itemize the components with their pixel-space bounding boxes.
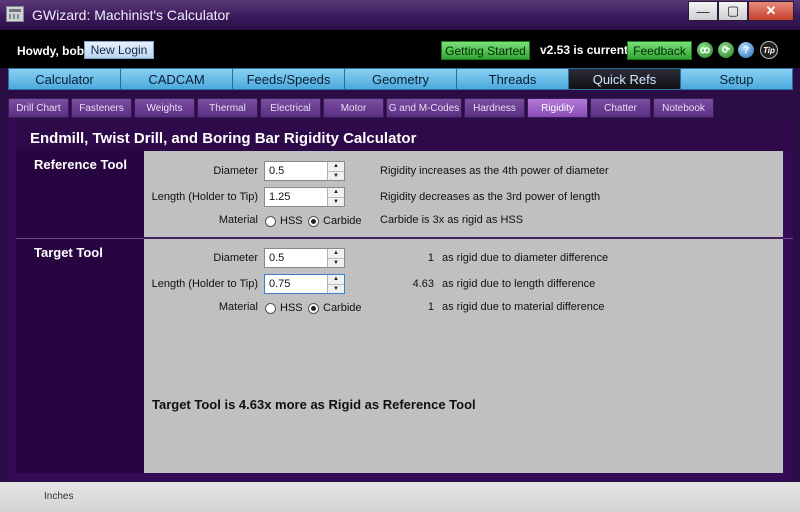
maximize-button[interactable]: ▢ — [718, 1, 748, 21]
ref-carbide-label: Carbide — [323, 215, 362, 227]
target-tool-label: Target Tool — [34, 245, 103, 260]
ref-hss-radio[interactable] — [265, 216, 276, 227]
rigidity-result: Target Tool is 4.63x more as Rigid as Re… — [152, 397, 476, 412]
material-factor-note: as rigid due to material difference — [442, 301, 605, 313]
target-length-value: 0.75 — [269, 278, 291, 290]
subtab-fasteners[interactable]: Fasteners — [71, 98, 132, 118]
window-title: GWizard: Machinist's Calculator — [32, 7, 230, 23]
target-diameter-value: 0.5 — [269, 252, 285, 264]
spin-up-icon[interactable]: ▲ — [328, 275, 344, 285]
material-factor: 1 — [427, 301, 434, 313]
page-title: Endmill, Twist Drill, and Boring Bar Rig… — [30, 130, 417, 147]
subtab-chatter[interactable]: Chatter — [590, 98, 651, 118]
tip-icon[interactable]: Tip — [760, 41, 778, 59]
main-tab-bar: Calculator CADCAM Feeds/Speeds Geometry … — [8, 68, 793, 91]
target-material-label: Material — [218, 301, 258, 313]
ref-length-spinner[interactable]: ▲ ▼ — [327, 188, 344, 206]
ref-length-label: Length (Holder to Tip) — [151, 191, 258, 203]
ref-diameter-label: Diameter — [213, 165, 258, 177]
version-text: v2.53 is current — [540, 43, 629, 57]
section-label-panel: Reference Tool Target Tool — [16, 151, 144, 473]
sub-tab-bar: Drill Chart Fasteners Weights Thermal El… — [8, 98, 716, 119]
new-login-button[interactable]: New Login — [84, 41, 154, 59]
tab-quick-refs[interactable]: Quick Refs — [568, 68, 680, 90]
diameter-factor-note: as rigid due to diameter difference — [442, 252, 609, 264]
target-diameter-spinner[interactable]: ▲ ▼ — [327, 249, 344, 267]
tab-threads[interactable]: Threads — [456, 68, 568, 90]
subtab-electrical[interactable]: Electrical — [260, 98, 321, 118]
target-length-input[interactable]: 0.75 ▲ ▼ — [264, 274, 345, 294]
spin-down-icon[interactable]: ▼ — [328, 198, 344, 207]
ref-diameter-input[interactable]: 0.5 ▲ ▼ — [264, 161, 345, 181]
feedback-button[interactable]: Feedback — [627, 41, 692, 60]
title-bar: GWizard: Machinist's Calculator — ▢ ✕ — [0, 0, 800, 30]
spin-up-icon[interactable]: ▲ — [328, 249, 344, 259]
diameter-factor: 1 — [427, 252, 434, 264]
subtab-notebook[interactable]: Notebook — [653, 98, 714, 118]
inputs-panel: Diameter 0.5 ▲ ▼ Rigidity increases as th… — [144, 151, 783, 473]
status-bar: Inches — [0, 482, 800, 512]
target-diameter-label: Diameter — [213, 252, 258, 264]
ref-material-note: Carbide is 3x as rigid as HSS — [380, 214, 524, 226]
help-icon[interactable]: ? — [738, 42, 754, 58]
ref-diameter-value: 0.5 — [269, 165, 285, 177]
units-status: Inches — [44, 491, 74, 502]
refresh-icon[interactable]: ⟳ — [718, 42, 734, 58]
ref-length-value: 1.25 — [269, 191, 291, 203]
getting-started-button[interactable]: Getting Started — [441, 41, 530, 60]
ref-length-note: Rigidity decreases as the 3rd power of l… — [380, 191, 601, 203]
tab-geometry[interactable]: Geometry — [344, 68, 456, 90]
subtab-thermal[interactable]: Thermal — [197, 98, 258, 118]
spin-down-icon[interactable]: ▼ — [328, 285, 344, 294]
subtab-g-and-m-codes[interactable]: G and M-Codes — [386, 98, 462, 118]
close-button[interactable]: ✕ — [748, 1, 794, 21]
subtab-hardness[interactable]: Hardness — [464, 98, 525, 118]
length-factor-note: as rigid due to length difference — [442, 278, 596, 290]
ref-hss-label: HSS — [280, 215, 303, 227]
spin-up-icon[interactable]: ▲ — [328, 188, 344, 198]
forum-icon[interactable]: ꝏ — [697, 42, 713, 58]
subtab-rigidity[interactable]: Rigidity — [527, 98, 588, 118]
subtab-weights[interactable]: Weights — [134, 98, 195, 118]
rigidity-calculator-panel: Endmill, Twist Drill, and Boring Bar Rig… — [8, 119, 793, 481]
window-controls: — ▢ ✕ — [688, 1, 794, 21]
ref-carbide-radio[interactable] — [308, 216, 319, 227]
greeting-text: Howdy, bob! — [17, 44, 89, 58]
spin-down-icon[interactable]: ▼ — [328, 259, 344, 268]
length-factor: 4.63 — [412, 278, 434, 290]
panel-separator — [144, 237, 783, 239]
ref-material-label: Material — [218, 214, 258, 226]
target-carbide-label: Carbide — [323, 302, 362, 314]
minimize-button[interactable]: — — [688, 1, 718, 21]
ref-diameter-note: Rigidity increases as the 4th power of d… — [380, 165, 609, 177]
ref-diameter-spinner[interactable]: ▲ ▼ — [327, 162, 344, 180]
subtab-motor[interactable]: Motor — [323, 98, 384, 118]
target-diameter-input[interactable]: 0.5 ▲ ▼ — [264, 248, 345, 268]
tab-feeds-speeds[interactable]: Feeds/Speeds — [232, 68, 344, 90]
target-carbide-radio[interactable] — [308, 303, 319, 314]
spin-down-icon[interactable]: ▼ — [328, 172, 344, 181]
target-hss-radio[interactable] — [265, 303, 276, 314]
tab-calculator[interactable]: Calculator — [8, 68, 120, 90]
tab-cadcam[interactable]: CADCAM — [120, 68, 232, 90]
target-length-label: Length (Holder to Tip) — [151, 278, 258, 290]
target-length-spinner[interactable]: ▲ ▼ — [327, 275, 344, 293]
tab-setup[interactable]: Setup — [680, 68, 793, 90]
reference-tool-label: Reference Tool — [34, 157, 127, 172]
target-hss-label: HSS — [280, 302, 303, 314]
subtab-drill-chart[interactable]: Drill Chart — [8, 98, 69, 118]
spin-up-icon[interactable]: ▲ — [328, 162, 344, 172]
heading-bar: Endmill, Twist Drill, and Boring Bar Rig… — [16, 119, 793, 151]
calculator-app-icon — [6, 6, 24, 22]
ref-length-input[interactable]: 1.25 ▲ ▼ — [264, 187, 345, 207]
